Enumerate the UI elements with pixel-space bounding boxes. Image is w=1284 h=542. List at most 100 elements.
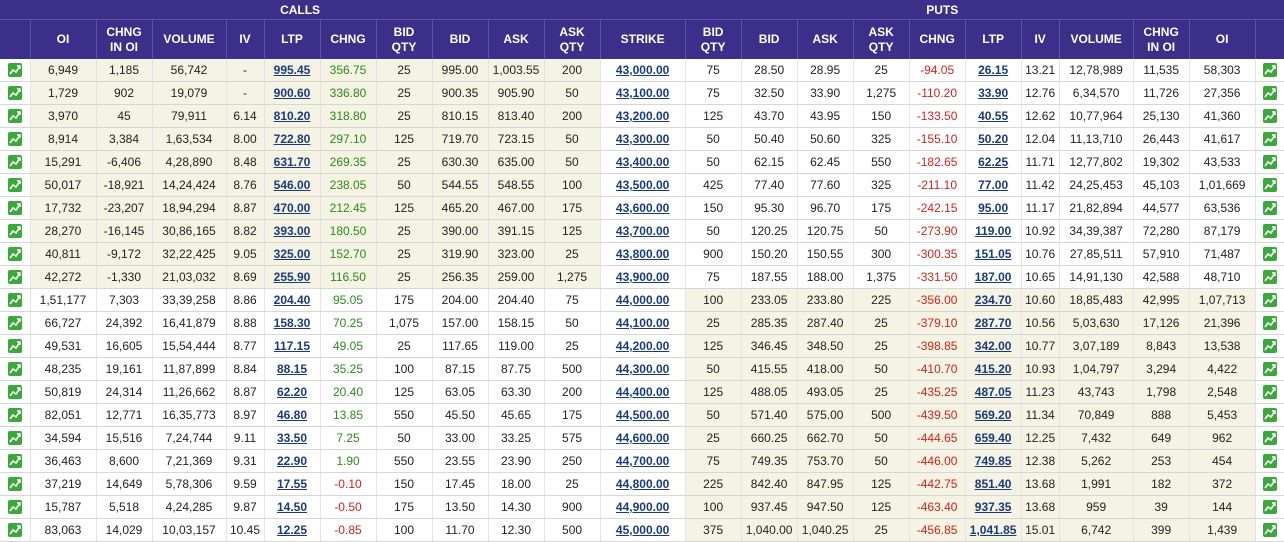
put-chart-link[interactable] [1255, 242, 1284, 266]
strike-price[interactable]: 45,000.00 [600, 518, 686, 542]
call-ltp[interactable]: 17.55 [264, 472, 321, 496]
call-ltp-link[interactable]: 546.00 [274, 178, 311, 192]
strike-price[interactable]: 43,500.00 [600, 173, 686, 197]
call-ltp-link[interactable]: 995.45 [274, 63, 311, 77]
call-ltp[interactable]: 14.50 [264, 495, 321, 519]
put-ltp[interactable]: 659.40 [965, 426, 1022, 450]
put-ltp-link[interactable]: 659.40 [975, 431, 1012, 445]
call-ltp[interactable]: 88.15 [264, 357, 321, 381]
strike-link[interactable]: 43,900.00 [616, 270, 669, 284]
strike-link[interactable]: 44,500.00 [616, 408, 669, 422]
call-ltp[interactable]: 22.90 [264, 449, 321, 473]
call-ltp-link[interactable]: 255.90 [274, 270, 311, 284]
put-chart-link[interactable] [1255, 196, 1284, 220]
strike-link[interactable]: 44,300.00 [616, 362, 669, 376]
put-ltp-link[interactable]: 95.00 [978, 201, 1008, 215]
call-ltp-link[interactable]: 12.25 [277, 523, 307, 537]
strike-link[interactable]: 44,800.00 [616, 477, 669, 491]
strike-price[interactable]: 44,600.00 [600, 426, 686, 450]
put-chart-link[interactable] [1255, 518, 1284, 542]
strike-price[interactable]: 44,700.00 [600, 449, 686, 473]
strike-price[interactable]: 44,100.00 [600, 311, 686, 335]
put-ltp-link[interactable]: 234.70 [975, 293, 1012, 307]
call-chart-link[interactable] [0, 518, 31, 542]
put-ltp-link[interactable]: 119.00 [975, 224, 1011, 238]
put-ltp-link[interactable]: 569.20 [975, 408, 1012, 422]
call-ltp-link[interactable]: 158.30 [274, 316, 311, 330]
strike-link[interactable]: 43,200.00 [616, 109, 669, 123]
call-ltp[interactable]: 62.20 [264, 380, 321, 404]
strike-link[interactable]: 43,800.00 [616, 247, 669, 261]
strike-price[interactable]: 43,400.00 [600, 150, 686, 174]
strike-link[interactable]: 43,400.00 [616, 155, 669, 169]
call-chart-link[interactable] [0, 311, 31, 335]
call-ltp-link[interactable]: 14.50 [277, 500, 307, 514]
put-ltp[interactable]: 342.00 [965, 334, 1022, 358]
put-ltp[interactable]: 851.40 [965, 472, 1022, 496]
call-chart-link[interactable] [0, 380, 31, 404]
strike-link[interactable]: 43,700.00 [616, 224, 669, 238]
put-ltp-link[interactable]: 937.35 [975, 500, 1012, 514]
put-ltp[interactable]: 287.70 [965, 311, 1022, 335]
call-chart-link[interactable] [0, 334, 31, 358]
call-chart-link[interactable] [0, 403, 31, 427]
call-ltp-link[interactable]: 88.15 [277, 362, 307, 376]
strike-link[interactable]: 44,600.00 [616, 431, 669, 445]
strike-price[interactable]: 44,400.00 [600, 380, 686, 404]
call-ltp[interactable]: 546.00 [264, 173, 321, 197]
strike-price[interactable]: 44,900.00 [600, 495, 686, 519]
strike-link[interactable]: 44,100.00 [616, 316, 669, 330]
put-ltp[interactable]: 487.05 [965, 380, 1022, 404]
call-ltp[interactable]: 33.50 [264, 426, 321, 450]
put-chart-link[interactable] [1255, 127, 1284, 151]
strike-price[interactable]: 44,200.00 [600, 334, 686, 358]
strike-price[interactable]: 43,700.00 [600, 219, 686, 243]
call-ltp[interactable]: 255.90 [264, 265, 321, 289]
put-ltp[interactable]: 187.00 [965, 265, 1022, 289]
call-chart-link[interactable] [0, 127, 31, 151]
put-chart-link[interactable] [1255, 380, 1284, 404]
strike-link[interactable]: 44,400.00 [616, 385, 669, 399]
call-ltp[interactable]: 631.70 [264, 150, 321, 174]
put-ltp[interactable]: 95.00 [965, 196, 1022, 220]
call-ltp[interactable]: 995.45 [264, 59, 321, 82]
put-ltp-link[interactable]: 33.90 [978, 86, 1008, 100]
put-ltp[interactable]: 50.20 [965, 127, 1022, 151]
call-ltp-link[interactable]: 810.20 [274, 109, 311, 123]
call-ltp[interactable]: 158.30 [264, 311, 321, 335]
put-ltp[interactable]: 26.15 [965, 59, 1022, 82]
strike-price[interactable]: 43,800.00 [600, 242, 686, 266]
put-chart-link[interactable] [1255, 449, 1284, 473]
strike-link[interactable]: 44,700.00 [616, 454, 669, 468]
call-chart-link[interactable] [0, 59, 31, 82]
strike-price[interactable]: 43,000.00 [600, 59, 686, 82]
put-ltp-link[interactable]: 62.25 [978, 155, 1008, 169]
call-chart-link[interactable] [0, 472, 31, 496]
put-chart-link[interactable] [1255, 150, 1284, 174]
put-ltp[interactable]: 40.55 [965, 104, 1022, 128]
call-ltp[interactable]: 470.00 [264, 196, 321, 220]
put-ltp[interactable]: 749.85 [965, 449, 1022, 473]
put-ltp-link[interactable]: 415.20 [975, 362, 1012, 376]
call-ltp-link[interactable]: 33.50 [277, 431, 307, 445]
strike-link[interactable]: 43,300.00 [616, 132, 669, 146]
put-chart-link[interactable] [1255, 265, 1284, 289]
call-chart-link[interactable] [0, 150, 31, 174]
call-ltp[interactable]: 810.20 [264, 104, 321, 128]
strike-price[interactable]: 43,300.00 [600, 127, 686, 151]
strike-link[interactable]: 44,900.00 [616, 500, 669, 514]
put-ltp[interactable]: 62.25 [965, 150, 1022, 174]
call-chart-link[interactable] [0, 357, 31, 381]
strike-link[interactable]: 43,600.00 [616, 201, 669, 215]
strike-link[interactable]: 43,500.00 [616, 178, 669, 192]
call-ltp[interactable]: 204.40 [264, 288, 321, 312]
put-chart-link[interactable] [1255, 472, 1284, 496]
strike-price[interactable]: 43,100.00 [600, 81, 686, 105]
call-ltp[interactable]: 12.25 [264, 518, 321, 542]
call-chart-link[interactable] [0, 288, 31, 312]
put-ltp-link[interactable]: 1,041.85 [970, 523, 1017, 537]
strike-price[interactable]: 43,200.00 [600, 104, 686, 128]
strike-link[interactable]: 43,100.00 [616, 86, 669, 100]
call-ltp-link[interactable]: 393.00 [274, 224, 311, 238]
call-ltp-link[interactable]: 62.20 [277, 385, 307, 399]
